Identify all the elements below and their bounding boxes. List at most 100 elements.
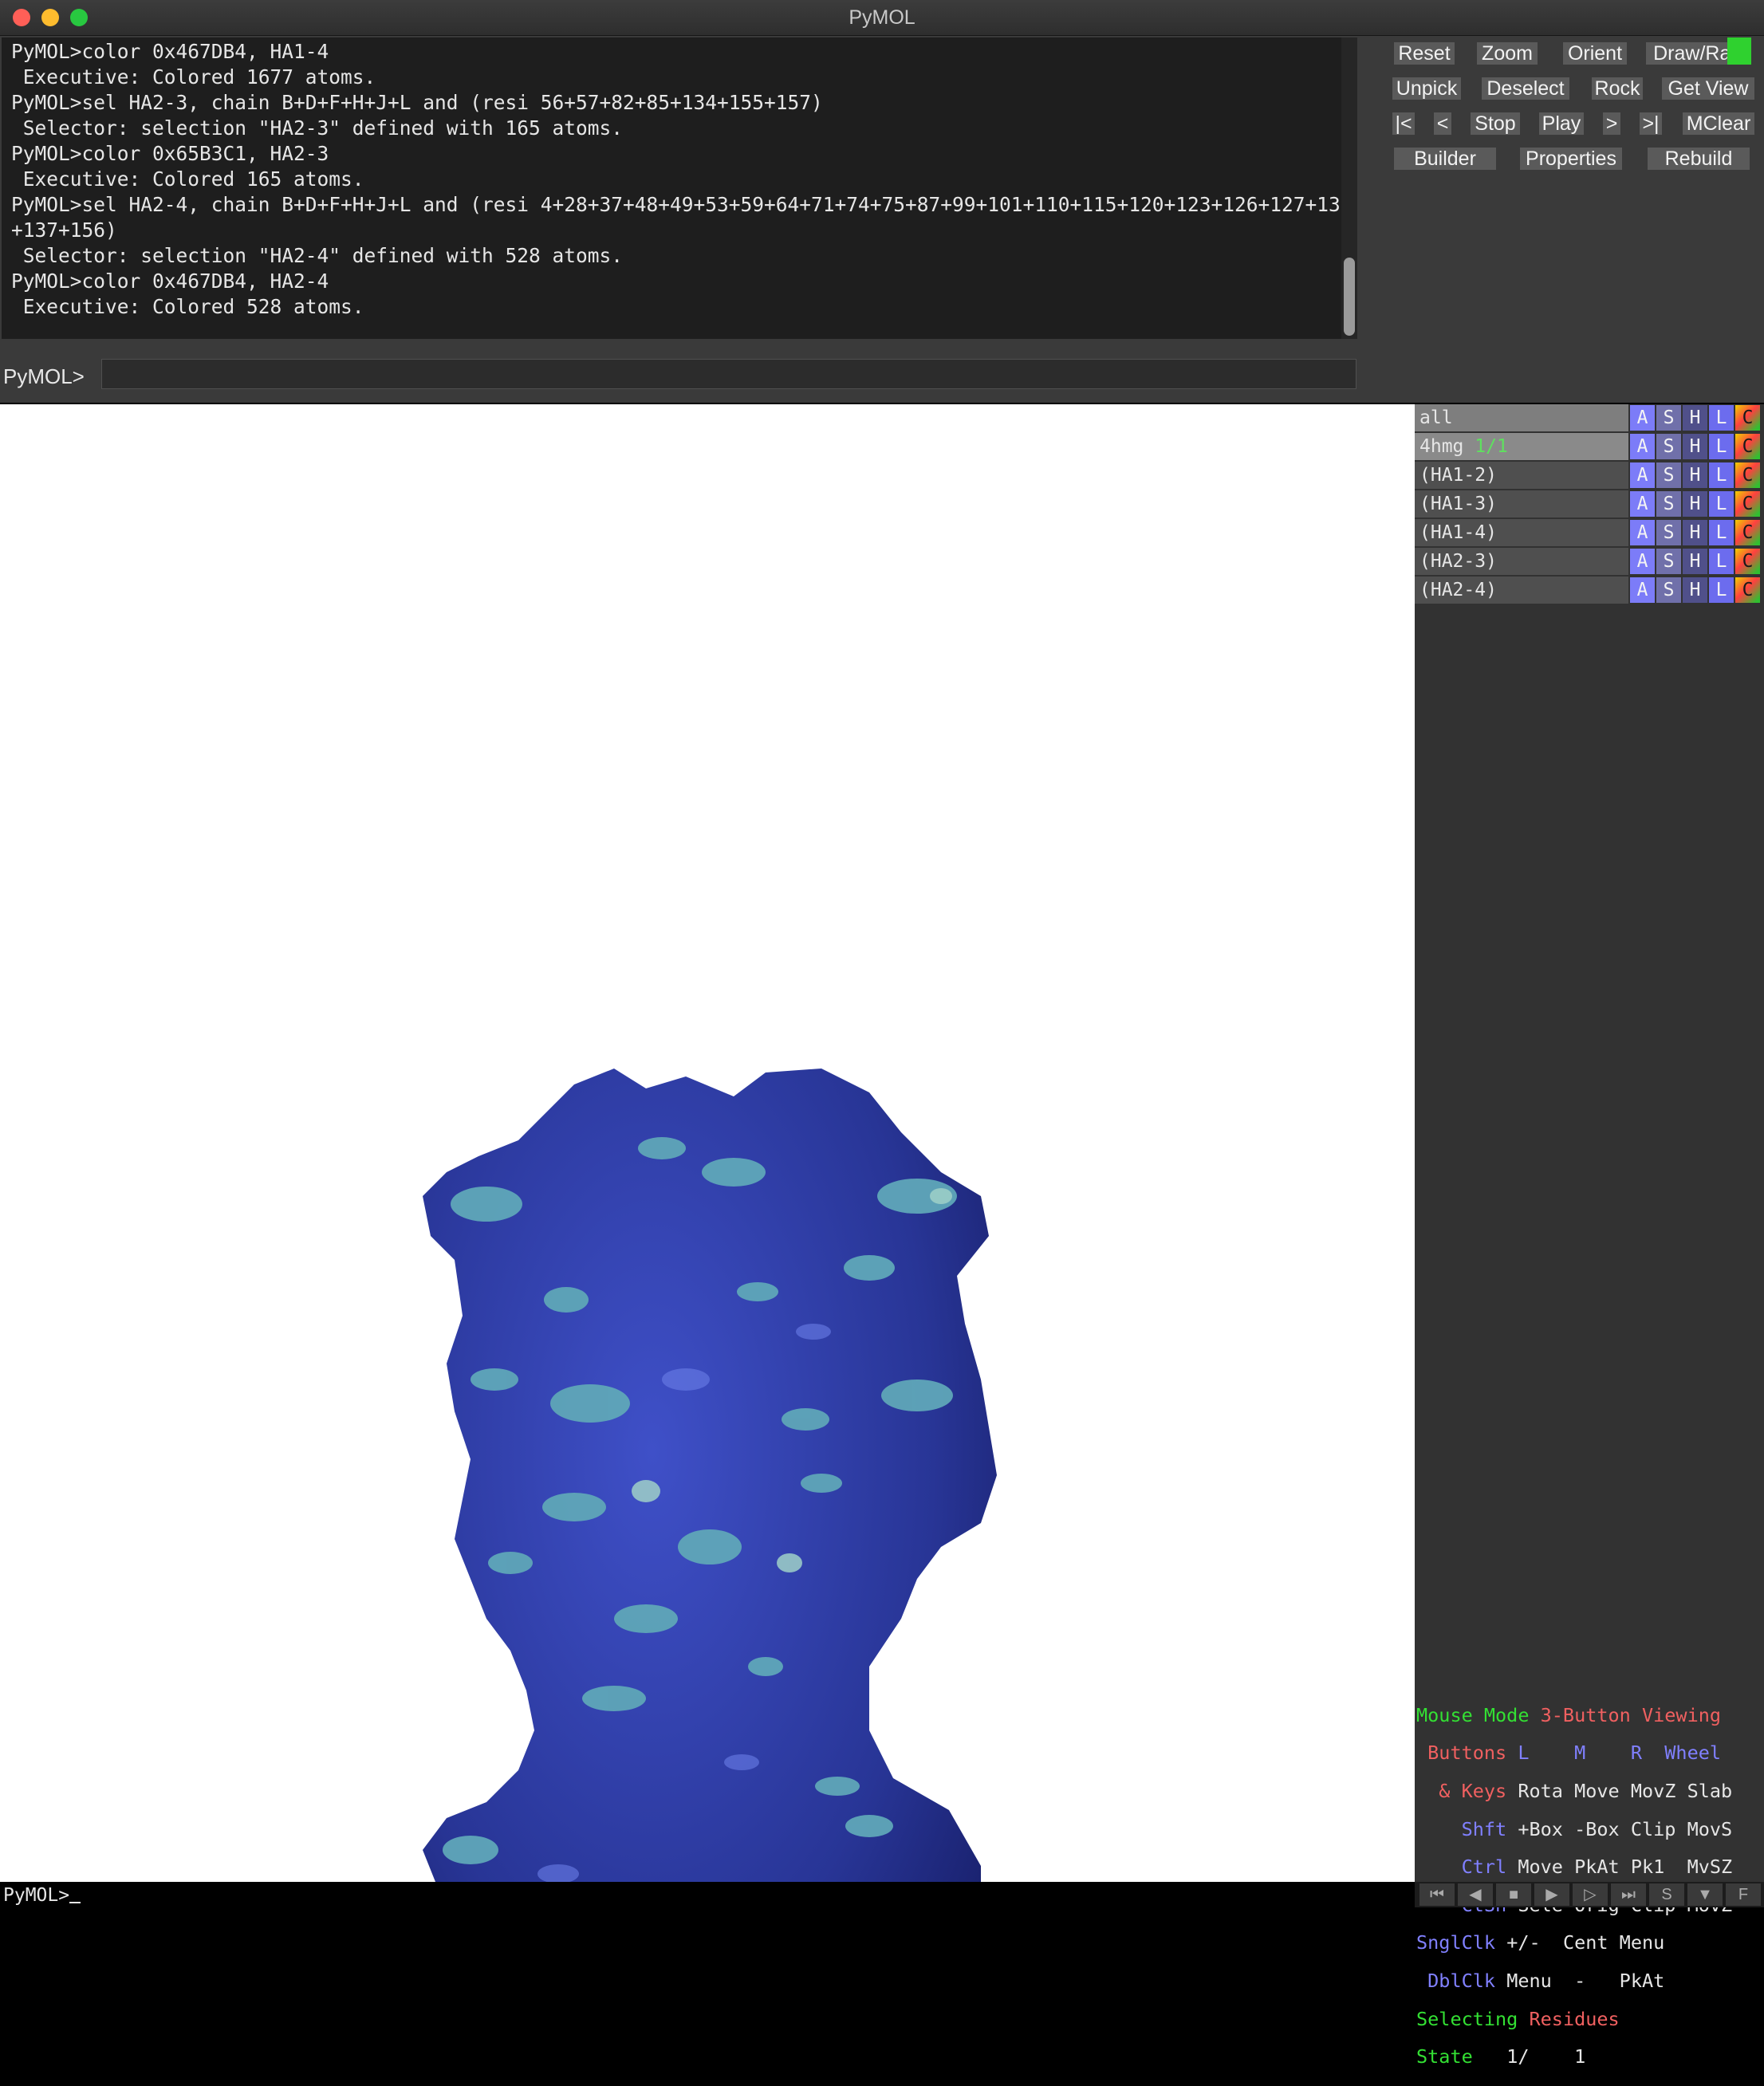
state-line: State 1/ 1	[1416, 2045, 1586, 2068]
object-row-ha2-3[interactable]: (HA2-3) A S H L C	[1415, 548, 1764, 575]
color-button[interactable]: C	[1735, 577, 1760, 603]
hide-button[interactable]: H	[1683, 405, 1707, 431]
hide-button[interactable]: H	[1683, 520, 1707, 545]
action-button[interactable]: A	[1630, 577, 1655, 603]
movie-fullscreen-icon[interactable]: F	[1726, 1883, 1761, 1906]
object-name[interactable]: all	[1415, 404, 1628, 431]
object-row-ha1-2[interactable]: (HA1-2) A S H L C	[1415, 462, 1764, 489]
object-name[interactable]: (HA1-4)	[1415, 519, 1628, 546]
show-button[interactable]: S	[1656, 491, 1681, 517]
action-button[interactable]: A	[1630, 434, 1655, 459]
movie-end-icon[interactable]: ⏭	[1611, 1883, 1646, 1906]
action-button[interactable]: A	[1630, 462, 1655, 488]
single-click-line: SnglClk +/- Cent Menu	[1416, 1931, 1665, 1954]
console-line: Executive: Colored 1677 atoms.	[11, 65, 376, 89]
movie-back-icon[interactable]: ◀	[1458, 1883, 1493, 1906]
stop-button[interactable]: Stop	[1471, 112, 1520, 135]
action-button[interactable]: A	[1630, 405, 1655, 431]
color-button[interactable]: C	[1735, 405, 1760, 431]
keys-line: & Keys Rota Move MovZ Slab	[1439, 1779, 1733, 1802]
color-button[interactable]: C	[1735, 434, 1760, 459]
end-button[interactable]: >|	[1640, 112, 1662, 135]
label-button[interactable]: L	[1709, 549, 1734, 574]
bottom-command-line[interactable]: PyMOL>	[0, 1882, 1415, 1907]
show-button[interactable]: S	[1656, 520, 1681, 545]
step-forward-button[interactable]: >	[1603, 112, 1620, 135]
console-line: PyMOL>color 0x467DB4, HA2-4	[11, 270, 329, 293]
buttons-header-line: Buttons L M R Wheel	[1427, 1742, 1722, 1765]
object-name[interactable]: (HA2-3)	[1415, 548, 1628, 575]
action-button[interactable]: A	[1630, 549, 1655, 574]
hide-button[interactable]: H	[1683, 549, 1707, 574]
window-title: PyMOL	[849, 6, 915, 29]
show-button[interactable]: S	[1656, 462, 1681, 488]
movie-forward-icon[interactable]: ▷	[1573, 1883, 1608, 1906]
play-button[interactable]: Play	[1539, 112, 1584, 135]
console-line: Selector: selection "HA2-3" defined with…	[11, 116, 624, 140]
zoom-button[interactable]: Zoom	[1477, 42, 1538, 65]
object-row-all[interactable]: all A S H L C	[1415, 404, 1764, 431]
movie-menu-icon[interactable]: ▼	[1687, 1883, 1723, 1906]
orient-button[interactable]: Orient	[1563, 42, 1627, 65]
deselect-button[interactable]: Deselect	[1482, 77, 1569, 100]
movie-rewind-icon[interactable]: ⏮	[1419, 1883, 1455, 1906]
console-line: PyMOL>color 0x467DB4, HA1-4	[11, 40, 329, 63]
movie-play-icon[interactable]: ▶	[1534, 1883, 1569, 1906]
object-row-ha1-4[interactable]: (HA1-4) A S H L C	[1415, 519, 1764, 546]
console-scrollbar[interactable]	[1341, 37, 1357, 339]
object-name-text: 4hmg	[1419, 436, 1464, 457]
reset-button[interactable]: Reset	[1394, 42, 1455, 65]
console-line: PyMOL>sel HA2-4, chain B+D+F+H+J+L and (…	[11, 193, 1353, 216]
object-name[interactable]: (HA2-4)	[1415, 577, 1628, 604]
bottom-prompt: PyMOL>	[3, 1885, 81, 1906]
hide-button[interactable]: H	[1683, 434, 1707, 459]
object-state: 1/1	[1475, 436, 1508, 457]
get-view-button[interactable]: Get View	[1662, 77, 1754, 100]
show-button[interactable]: S	[1656, 577, 1681, 603]
window-titlebar: PyMOL	[0, 0, 1764, 36]
color-button[interactable]: C	[1735, 549, 1760, 574]
shift-line: Shft +Box -Box Clip MovS	[1461, 1817, 1733, 1840]
label-button[interactable]: L	[1709, 405, 1734, 431]
3d-viewport[interactable]	[0, 404, 1415, 1882]
step-back-button[interactable]: <	[1434, 112, 1451, 135]
hide-button[interactable]: H	[1683, 491, 1707, 517]
movie-scene-icon[interactable]: S	[1649, 1883, 1684, 1906]
rebuild-button[interactable]: Rebuild	[1648, 148, 1750, 170]
rock-button[interactable]: Rock	[1592, 77, 1643, 100]
color-button[interactable]: C	[1735, 462, 1760, 488]
show-button[interactable]: S	[1656, 549, 1681, 574]
action-button[interactable]: A	[1630, 491, 1655, 517]
console-line: Executive: Colored 528 atoms.	[11, 295, 364, 318]
movie-stop-icon[interactable]: ■	[1496, 1883, 1531, 1906]
builder-button[interactable]: Builder	[1394, 148, 1496, 170]
object-name[interactable]: 4hmg 1/1	[1415, 433, 1628, 460]
console-line: +137+156)	[11, 218, 117, 242]
object-row-4hmg[interactable]: 4hmg 1/1 A S H L C	[1415, 433, 1764, 460]
action-button[interactable]: A	[1630, 520, 1655, 545]
label-button[interactable]: L	[1709, 491, 1734, 517]
mclear-button[interactable]: MClear	[1683, 112, 1754, 135]
rewind-button[interactable]: |<	[1392, 112, 1415, 135]
object-row-ha1-3[interactable]: (HA1-3) A S H L C	[1415, 490, 1764, 518]
object-name[interactable]: (HA1-3)	[1415, 490, 1628, 518]
hide-button[interactable]: H	[1683, 462, 1707, 488]
ctrl-line: Ctrl Move PkAt Pk1 MvSZ	[1461, 1856, 1733, 1879]
unpick-button[interactable]: Unpick	[1392, 77, 1461, 100]
show-button[interactable]: S	[1656, 405, 1681, 431]
label-button[interactable]: L	[1709, 520, 1734, 545]
properties-button[interactable]: Properties	[1520, 148, 1622, 170]
command-input[interactable]	[101, 359, 1356, 389]
show-button[interactable]: S	[1656, 434, 1681, 459]
console-scrollbar-thumb[interactable]	[1344, 258, 1355, 336]
label-button[interactable]: L	[1709, 462, 1734, 488]
color-button[interactable]: C	[1735, 520, 1760, 545]
label-button[interactable]: L	[1709, 577, 1734, 603]
console-line: PyMOL>sel HA2-3, chain B+D+F+H+J+L and (…	[11, 91, 823, 114]
selecting-line: Selecting Residues	[1416, 2007, 1620, 2030]
label-button[interactable]: L	[1709, 434, 1734, 459]
hide-button[interactable]: H	[1683, 577, 1707, 603]
object-name[interactable]: (HA1-2)	[1415, 462, 1628, 489]
object-row-ha2-4[interactable]: (HA2-4) A S H L C	[1415, 577, 1764, 604]
color-button[interactable]: C	[1735, 491, 1760, 517]
